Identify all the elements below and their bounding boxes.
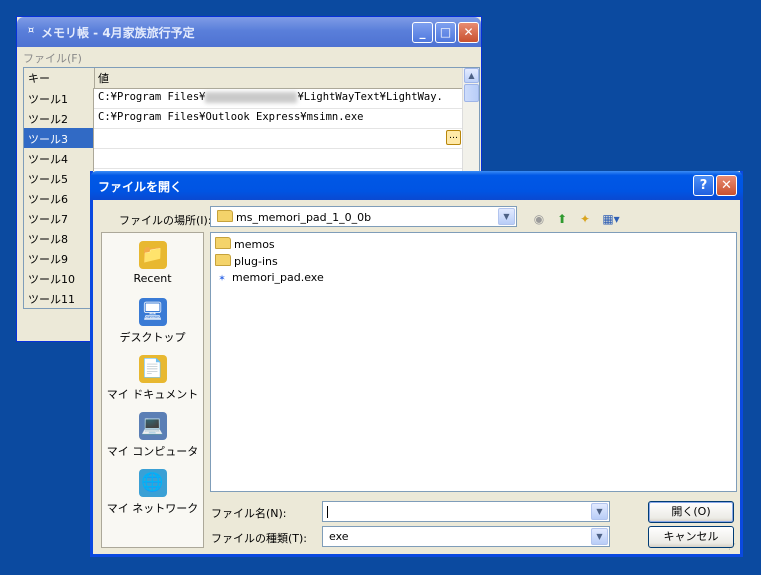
list-item[interactable]: plug-ins (215, 254, 278, 268)
views-menu-icon[interactable]: ▦▾ (599, 211, 623, 227)
filename-input[interactable] (327, 506, 329, 518)
folder-icon (215, 254, 231, 266)
row-value[interactable]: C:¥Program Files¥ ¥LightWayText¥LightWay. (98, 91, 443, 103)
places-bar: 📁 Recent 🖥 デスクトップ 📄 マイ ドキュメント 💻 マイ コンピュータ 🌐 マイ ネッ… (101, 232, 204, 548)
scroll-up-icon[interactable]: ▲ (464, 68, 479, 83)
folder-icon (217, 210, 233, 222)
open-button[interactable]: 開く(O) (648, 501, 734, 523)
place-item[interactable]: 🖥 デスクトップ (102, 298, 203, 345)
place-icon: 📁 (138, 241, 167, 269)
filetype-value: exe (329, 530, 349, 543)
memori-titlebar[interactable]: ¤ メモリ帳 - 4月家族旅行予定 _ □ ✕ (17, 17, 481, 47)
column-header-value[interactable]: 値 (98, 70, 109, 86)
row-key[interactable]: ツール10 (24, 268, 94, 288)
row-key[interactable]: ツール3 (24, 128, 94, 148)
chevron-down-icon[interactable]: ▼ (498, 208, 515, 225)
cancel-button[interactable]: キャンセル (648, 526, 734, 548)
browse-ellipsis-button[interactable]: … (446, 130, 461, 145)
row-key[interactable]: ツール7 (24, 208, 94, 228)
open-file-dialog: ファイルを開く ? ✕ ファイルの場所(I): ms_memori_pad_1_… (90, 171, 743, 557)
chevron-down-icon[interactable]: ▼ (591, 503, 608, 520)
app-icon: ¤ (27, 25, 35, 36)
place-icon: 💻 (138, 412, 167, 440)
place-label: マイ ネットワーク (106, 502, 199, 515)
menubar: ファイル(F) (17, 47, 481, 67)
maximize-button[interactable]: □ (435, 22, 456, 43)
dialog-close-button[interactable]: ✕ (716, 175, 737, 196)
column-divider[interactable] (94, 68, 95, 88)
row-key[interactable]: ツール2 (24, 108, 94, 128)
place-label: Recent (133, 272, 172, 285)
row-value-suffix: ¥LightWayText¥LightWay. (297, 91, 443, 103)
file-name: memori_pad.exe (232, 271, 324, 284)
look-in-value: ms_memori_pad_1_0_0b (236, 211, 372, 224)
help-button[interactable]: ? (693, 175, 714, 196)
dialog-titlebar[interactable]: ファイルを開く ? ✕ (90, 171, 743, 200)
place-label: マイ コンピュータ (106, 445, 199, 458)
look-in-label: ファイルの場所(I): (119, 214, 212, 227)
row-value-prefix: C:¥Program Files¥ (98, 91, 206, 103)
menu-file[interactable]: ファイル(F) (23, 50, 82, 66)
exe-file-icon: ✶ (218, 274, 226, 284)
back-icon[interactable]: ◉ (530, 211, 548, 227)
place-item[interactable]: 📁 Recent (102, 241, 203, 285)
filetype-select[interactable]: exe ▼ (322, 526, 610, 547)
row-value[interactable]: C:¥Program Files¥Outlook Express¥msimn.e… (98, 111, 364, 123)
place-icon: 🖥 (138, 298, 167, 326)
row-key[interactable]: ツール9 (24, 248, 94, 268)
new-folder-icon[interactable]: ✦ (576, 211, 594, 227)
redacted-text (205, 91, 298, 103)
place-item[interactable]: 💻 マイ コンピュータ (102, 412, 203, 459)
resize-grip-icon[interactable]: ⋰ (728, 542, 738, 552)
row-key[interactable]: ツール1 (24, 88, 94, 108)
filename-combo[interactable]: ▼ (322, 501, 610, 522)
place-label: マイ ドキュメント (106, 388, 199, 401)
row-key[interactable]: ツール5 (24, 168, 94, 188)
table-row[interactable]: ツール3 … (24, 128, 464, 149)
scroll-thumb[interactable] (464, 84, 479, 102)
row-key[interactable]: ツール8 (24, 228, 94, 248)
minimize-button[interactable]: _ (412, 22, 433, 43)
table-row[interactable]: ツール2 C:¥Program Files¥Outlook Express¥msi… (24, 108, 464, 129)
row-key[interactable]: ツール4 (24, 148, 94, 168)
filetype-label: ファイルの種類(T): (211, 532, 308, 545)
place-icon: 🌐 (138, 469, 167, 497)
row-key[interactable]: ツール6 (24, 188, 94, 208)
file-name: memos (234, 238, 275, 251)
table-row[interactable]: ツール1 C:¥Program Files¥ ¥LightWayText¥Light… (24, 88, 464, 109)
place-item[interactable]: 📄 マイ ドキュメント (102, 355, 203, 402)
folder-icon (215, 237, 231, 249)
column-header-key[interactable]: キー (28, 70, 50, 86)
file-list[interactable]: memos plug-ins ✶ memori_pad.exe (210, 232, 737, 492)
place-label: デスクトップ (119, 331, 186, 344)
table-row[interactable]: ツール4 (24, 148, 464, 169)
place-item[interactable]: 🌐 マイ ネットワーク (102, 469, 203, 516)
up-folder-icon[interactable]: ⬆ (553, 211, 571, 227)
close-button[interactable]: ✕ (458, 22, 479, 43)
file-name: plug-ins (234, 255, 278, 268)
list-item[interactable]: memos (215, 237, 275, 251)
memori-window-title: メモリ帳 - 4月家族旅行予定 (41, 26, 195, 40)
place-icon: 📄 (138, 355, 167, 383)
row-key[interactable]: ツール11 (24, 288, 94, 308)
filename-label: ファイル名(N): (211, 507, 287, 520)
dialog-title: ファイルを開く (98, 180, 183, 194)
grid-header: キー 値 (24, 68, 464, 89)
look-in-combo[interactable]: ms_memori_pad_1_0_0b ▼ (210, 206, 517, 227)
chevron-down-icon[interactable]: ▼ (591, 528, 608, 545)
list-item[interactable]: ✶ memori_pad.exe (215, 271, 324, 284)
